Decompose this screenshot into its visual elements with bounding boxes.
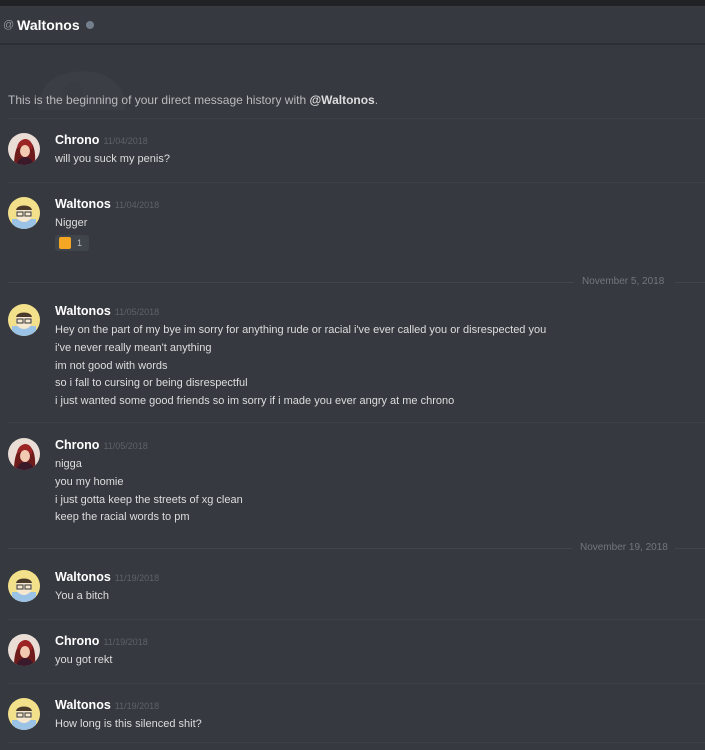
message-author[interactable]: Waltonos 11/04/2018 xyxy=(55,197,159,213)
message-author[interactable]: Waltonos 11/05/2018 xyxy=(55,304,159,320)
message-content: How long is this silenced shit? xyxy=(55,718,202,730)
reaction-button[interactable]: 1 xyxy=(55,235,89,251)
channel-title[interactable]: Waltonos xyxy=(17,17,79,33)
status-dot-icon xyxy=(85,21,94,29)
chrono-avatar[interactable] xyxy=(8,438,40,470)
message-divider xyxy=(8,742,705,743)
waltonos-avatar[interactable] xyxy=(8,304,40,336)
message-timestamp: 11/05/2018 xyxy=(103,441,148,451)
message-divider xyxy=(8,619,705,620)
reaction-count: 1 xyxy=(77,238,83,248)
message-timestamp: 11/19/2018 xyxy=(114,573,160,583)
message-author[interactable]: Waltonos 11/19/2018 xyxy=(55,698,159,714)
at-icon: @ xyxy=(3,18,15,31)
message-content: will you suck my penis? xyxy=(55,153,170,165)
intro-suffix: . xyxy=(374,93,379,107)
message-content: Hey on the part of my bye im sorry for a… xyxy=(55,324,547,408)
date-separator: November 19, 2018 xyxy=(8,542,705,554)
message-timestamp: 11/19/2018 xyxy=(103,637,148,647)
message-timestamp: 11/04/2018 xyxy=(103,136,148,146)
message-author[interactable]: Chrono 11/04/2018 xyxy=(55,133,148,149)
chrono-avatar[interactable] xyxy=(8,133,40,165)
channel-header: @ Waltonos xyxy=(0,6,705,44)
message-content: nigga you my homie i just gotta keep the… xyxy=(55,458,243,524)
date-separator: November 5, 2018 xyxy=(8,276,705,288)
date-separator-label: November 19, 2018 xyxy=(580,542,668,553)
message-divider xyxy=(8,683,705,684)
dm-history-intro: This is the beginning of your direct mes… xyxy=(8,93,378,107)
message-content: You a bitch xyxy=(55,590,110,602)
message-author[interactable]: Chrono 11/19/2018 xyxy=(55,634,148,650)
message-divider xyxy=(8,118,705,119)
message-divider xyxy=(8,182,705,183)
chrono-avatar[interactable] xyxy=(8,634,40,666)
message-author[interactable]: Waltonos 11/19/2018 xyxy=(55,570,159,586)
message-content: Nigger xyxy=(55,217,88,229)
intro-mention[interactable]: @Waltonos xyxy=(309,93,374,107)
waltonos-avatar[interactable] xyxy=(8,197,40,229)
message-timestamp: 11/19/2018 xyxy=(114,701,160,711)
emoji-icon xyxy=(59,237,71,249)
message-divider xyxy=(8,422,705,423)
date-separator-label: November 5, 2018 xyxy=(582,276,665,287)
message-content: you got rekt xyxy=(55,654,113,666)
waltonos-avatar[interactable] xyxy=(8,570,40,602)
message-timestamp: 11/04/2018 xyxy=(114,200,160,210)
waltonos-avatar[interactable] xyxy=(8,698,40,730)
message-timestamp: 11/05/2018 xyxy=(114,307,160,317)
intro-text: This is the beginning of your direct mes… xyxy=(8,93,310,107)
message-author[interactable]: Chrono 11/05/2018 xyxy=(55,438,148,454)
